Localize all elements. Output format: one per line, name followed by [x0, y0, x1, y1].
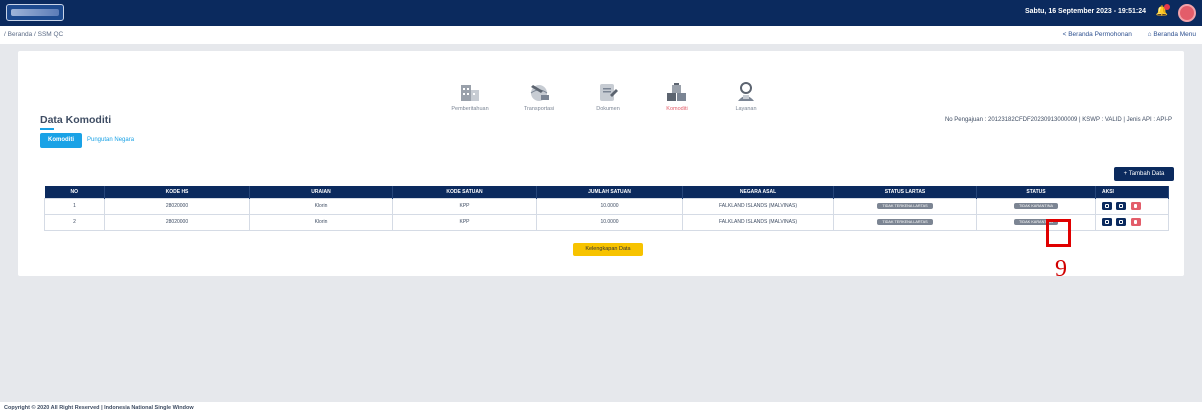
copy-icon[interactable]: [1102, 218, 1112, 226]
tab-pungutan-negara[interactable]: Pungutan Negara: [87, 133, 134, 148]
cell-kode-hs: 28020000: [104, 213, 250, 231]
cell-status-lartas: TIDAK TERKENA LARTAS: [833, 213, 977, 231]
globe-transport-icon: [527, 81, 551, 103]
page-title: Data Komoditi: [40, 114, 112, 126]
trash-glyph: [1134, 204, 1138, 208]
status-lartas-badge: TIDAK TERKENA LARTAS: [877, 219, 933, 225]
menu-layanan[interactable]: Layanan: [711, 81, 781, 112]
service-person-icon: [734, 81, 758, 103]
insw-logo[interactable]: [6, 4, 64, 21]
menu-dokumen[interactable]: Dokumen: [573, 81, 643, 112]
commodity-table: NO KODE HS URAIAN KODE SATUAN JUMLAH SAT…: [44, 186, 1169, 231]
document-icon: [596, 81, 620, 103]
beranda-menu-link[interactable]: ⌂ Beranda Menu: [1148, 31, 1196, 38]
cell-jumlah-satuan: 10.0000: [536, 213, 683, 231]
cell-negara-asal: FALKLAND ISLANDS (MALVINAS): [682, 197, 834, 215]
cell-kode-hs: 28020000: [104, 197, 250, 215]
cell-uraian: Klorin: [249, 213, 393, 231]
delete-icon[interactable]: [1130, 202, 1141, 210]
column-header: AKSI: [1095, 186, 1169, 198]
menu-label: Pemberitahuan: [451, 106, 489, 112]
table-row: 1 28020000 Klorin KPP 10.0000 FALKLAND I…: [44, 197, 1169, 215]
edit-icon[interactable]: [1116, 202, 1127, 210]
cell-status-lartas: TIDAK TERKENA LARTAS: [833, 197, 977, 215]
top-navbar: Sabtu, 16 September 2023 - 19:51:24 🔔: [0, 0, 1202, 26]
submission-info: No Pengajuan : 20123182CFDF2023091300000…: [944, 117, 1172, 123]
table-header-row: NO KODE HS URAIAN KODE SATUAN JUMLAH SAT…: [44, 186, 1169, 198]
commodity-icon: [665, 81, 689, 103]
cell-uraian: Klorin: [249, 197, 393, 215]
cell-negara-asal: FALKLAND ISLANDS (MALVINAS): [682, 213, 834, 231]
copy-glyph: [1105, 204, 1109, 208]
annotation-highlight-box: [1046, 219, 1071, 247]
column-header: STATUS: [976, 186, 1096, 198]
column-header: NO: [44, 186, 105, 198]
copy-glyph: [1105, 220, 1109, 224]
quick-links: < Beranda Permohonan ⌂ Beranda Menu: [1049, 31, 1196, 38]
cell-no: 1: [44, 197, 105, 215]
column-header: URAIAN: [249, 186, 393, 198]
column-header: KODE HS: [104, 186, 250, 198]
logo-mark: [11, 9, 59, 16]
column-header: KODE SATUAN: [392, 186, 537, 198]
user-avatar-icon[interactable]: [1178, 4, 1196, 22]
menu-label: Dokumen: [596, 106, 620, 112]
edit-glyph: [1119, 204, 1124, 208]
trash-glyph: [1134, 220, 1138, 224]
beranda-permohonan-link[interactable]: < Beranda Permohonan: [1063, 31, 1132, 38]
cell-aksi: [1095, 197, 1169, 215]
edit-icon[interactable]: [1116, 218, 1127, 226]
column-header: JUMLAH SATUAN: [536, 186, 683, 198]
table-row: 2 28020000 Klorin KPP 10.0000 FALKLAND I…: [44, 213, 1169, 231]
status-badge: TIDAK KARANTINA: [1014, 203, 1058, 209]
main-card: Pemberitahuan Transportasi Dokumen Komod…: [18, 51, 1184, 276]
menu-pemberitahuan[interactable]: Pemberitahuan: [435, 81, 505, 112]
tab-komoditi[interactable]: Komoditi: [40, 133, 82, 148]
annotation-number: 9: [1055, 256, 1067, 282]
edit-glyph: [1119, 220, 1124, 224]
menu-label: Komoditi: [666, 106, 688, 112]
cell-status: TIDAK KARANTINA: [976, 213, 1096, 231]
cell-aksi: [1095, 213, 1169, 231]
cell-kode-satuan: KPP: [392, 213, 537, 231]
menu-transportasi[interactable]: Transportasi: [504, 81, 574, 112]
copy-icon[interactable]: [1102, 202, 1112, 210]
cell-no: 2: [44, 213, 105, 231]
kelengkapan-data-button[interactable]: Kelengkapan Data: [573, 243, 643, 256]
building-icon: [458, 81, 482, 103]
column-header: NEGARA ASAL: [682, 186, 834, 198]
column-header: STATUS LARTAS: [833, 186, 977, 198]
title-underline: [40, 128, 54, 130]
delete-icon[interactable]: [1130, 218, 1141, 226]
datetime-display: Sabtu, 16 September 2023 - 19:51:24: [1024, 8, 1146, 15]
cell-jumlah-satuan: 10.0000: [536, 197, 683, 215]
menu-komoditi[interactable]: Komoditi: [642, 81, 712, 112]
cell-kode-satuan: KPP: [392, 197, 537, 215]
menu-label: Layanan: [735, 106, 757, 112]
add-data-button[interactable]: + Tambah Data: [1114, 167, 1174, 181]
cell-status: TIDAK KARANTINA: [976, 197, 1096, 215]
footer: Copyright © 2020 All Right Reserved | In…: [0, 402, 1202, 414]
menu-label: Transportasi: [523, 106, 555, 112]
breadcrumb: / Beranda / SSM QC: [4, 31, 64, 38]
status-lartas-badge: TIDAK TERKENA LARTAS: [877, 203, 933, 209]
notification-badge: [1164, 4, 1170, 10]
copyright-text: Copyright © 2020 All Right Reserved | In…: [4, 405, 194, 411]
breadcrumb-bar: / Beranda / SSM QC < Beranda Permohonan …: [0, 26, 1202, 44]
